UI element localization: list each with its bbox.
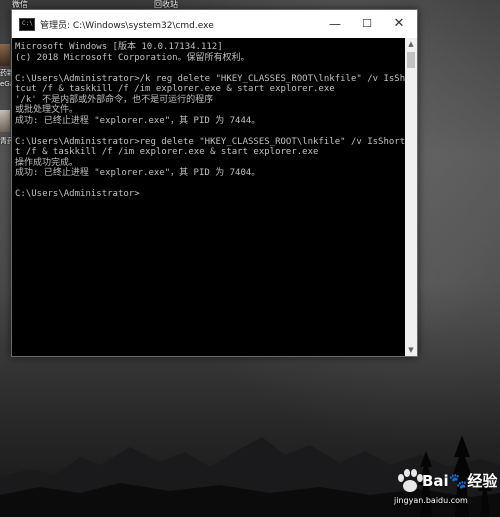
console-text: Microsoft Windows [版本 10.0.17134.112] (c)…	[15, 42, 405, 200]
desktop-icon-thumbnail[interactable]	[0, 110, 10, 132]
console-line: 成功: 已终止进程 "explorer.exe"，其 PID 为 7444。	[15, 115, 261, 126]
console-line: 操作成功完成。	[15, 157, 79, 168]
cmd-window[interactable]: C:\ 管理员: C:\Windows\system32\cmd.exe — ☐…	[11, 9, 418, 357]
watermark-brand: Bai🐾经验	[422, 472, 498, 490]
console-line: 或批处理文件。	[15, 105, 79, 115]
console-line: t /f & taskkill /f /im explorer.exe & st…	[15, 147, 319, 157]
console-line: C:\Users\Administrator>	[15, 189, 140, 199]
window-titlebar[interactable]: C:\ 管理员: C:\Windows\system32\cmd.exe — ☐…	[12, 10, 417, 38]
vertical-scrollbar[interactable]: ▲ ▼	[405, 38, 417, 356]
close-button[interactable]: ✕	[383, 10, 415, 38]
console-line: C:\Users\Administrator>reg delete "HKEY_…	[15, 136, 405, 147]
baidu-jingyan-watermark: Bai🐾经验 jingyan.baidu.com	[392, 466, 497, 510]
console-line: '/k' 不是内部或外部命令，也不是可运行的程序	[15, 94, 214, 105]
scrollbar-thumb[interactable]	[407, 52, 415, 68]
desktop-icon-label: 回收站	[154, 0, 178, 9]
console-line: tcut /f & taskkill /f /im explorer.exe &…	[15, 84, 335, 94]
maximize-button[interactable]: ☐	[351, 10, 383, 38]
console-output[interactable]: Microsoft Windows [版本 10.0.17134.112] (c)…	[12, 38, 405, 356]
console-line: C:\Users\Administrator>/k reg delete "HK…	[15, 73, 405, 84]
console-line: Microsoft Windows [版本 10.0.17134.112]	[15, 42, 223, 52]
watermark-url: jingyan.baidu.com	[394, 496, 468, 505]
window-title: 管理员: C:\Windows\system32\cmd.exe	[40, 21, 214, 31]
desktop-icon-thumbnail[interactable]	[0, 44, 10, 66]
console-line: (c) 2018 Microsoft Corporation。保留所有权利。	[15, 52, 250, 63]
scroll-up-arrow-icon[interactable]: ▲	[405, 38, 417, 50]
cmd-icon: C:\	[19, 18, 35, 31]
scroll-down-arrow-icon[interactable]: ▼	[405, 344, 417, 356]
desktop-icon-label: 微信	[12, 0, 28, 9]
minimize-button[interactable]: —	[319, 10, 351, 38]
console-line: 成功: 已终止进程 "explorer.exe"，其 PID 为 7404。	[15, 168, 261, 178]
